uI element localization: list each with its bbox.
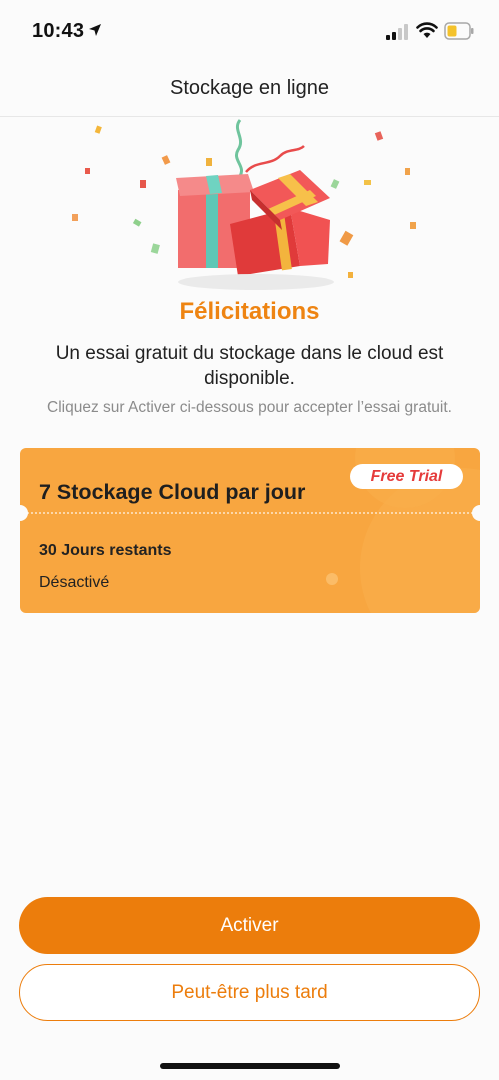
maybe-later-button[interactable]: Peut-être plus tard (19, 964, 480, 1021)
gift-boxes-illustration (72, 119, 416, 290)
trial-card: 7 Stockage Cloud par jour Free Trial 30 … (20, 448, 480, 613)
wifi-icon (416, 22, 438, 38)
trial-available-text: Un essai gratuit du stockage dans le clo… (55, 343, 444, 389)
home-indicator[interactable] (160, 1063, 340, 1069)
days-remaining: 30 Jours restants (39, 542, 172, 559)
status-bar: 10:43 (0, 0, 499, 62)
trial-plan-title: 7 Stockage Cloud par jour (39, 480, 306, 504)
screen: 10:43 Stockage en ligne Félicitations Un… (0, 0, 499, 1080)
activate-button[interactable]: Activer (19, 897, 480, 954)
page-title: Stockage en ligne (169, 77, 329, 99)
nav-bar: Stockage en ligne (0, 62, 499, 117)
status-time: 10:43 (32, 20, 85, 42)
cellular-signal-icon (386, 24, 408, 40)
trial-status: Désactivé (39, 574, 110, 591)
activation-hint-text: Cliquez sur Activer ci-dessous pour acce… (47, 399, 452, 416)
card-divider (20, 512, 480, 514)
battery-icon (444, 22, 474, 40)
free-trial-badge: Free Trial (350, 464, 463, 489)
location-arrow-icon (89, 24, 101, 36)
congrats-heading: Félicitations (179, 298, 320, 325)
